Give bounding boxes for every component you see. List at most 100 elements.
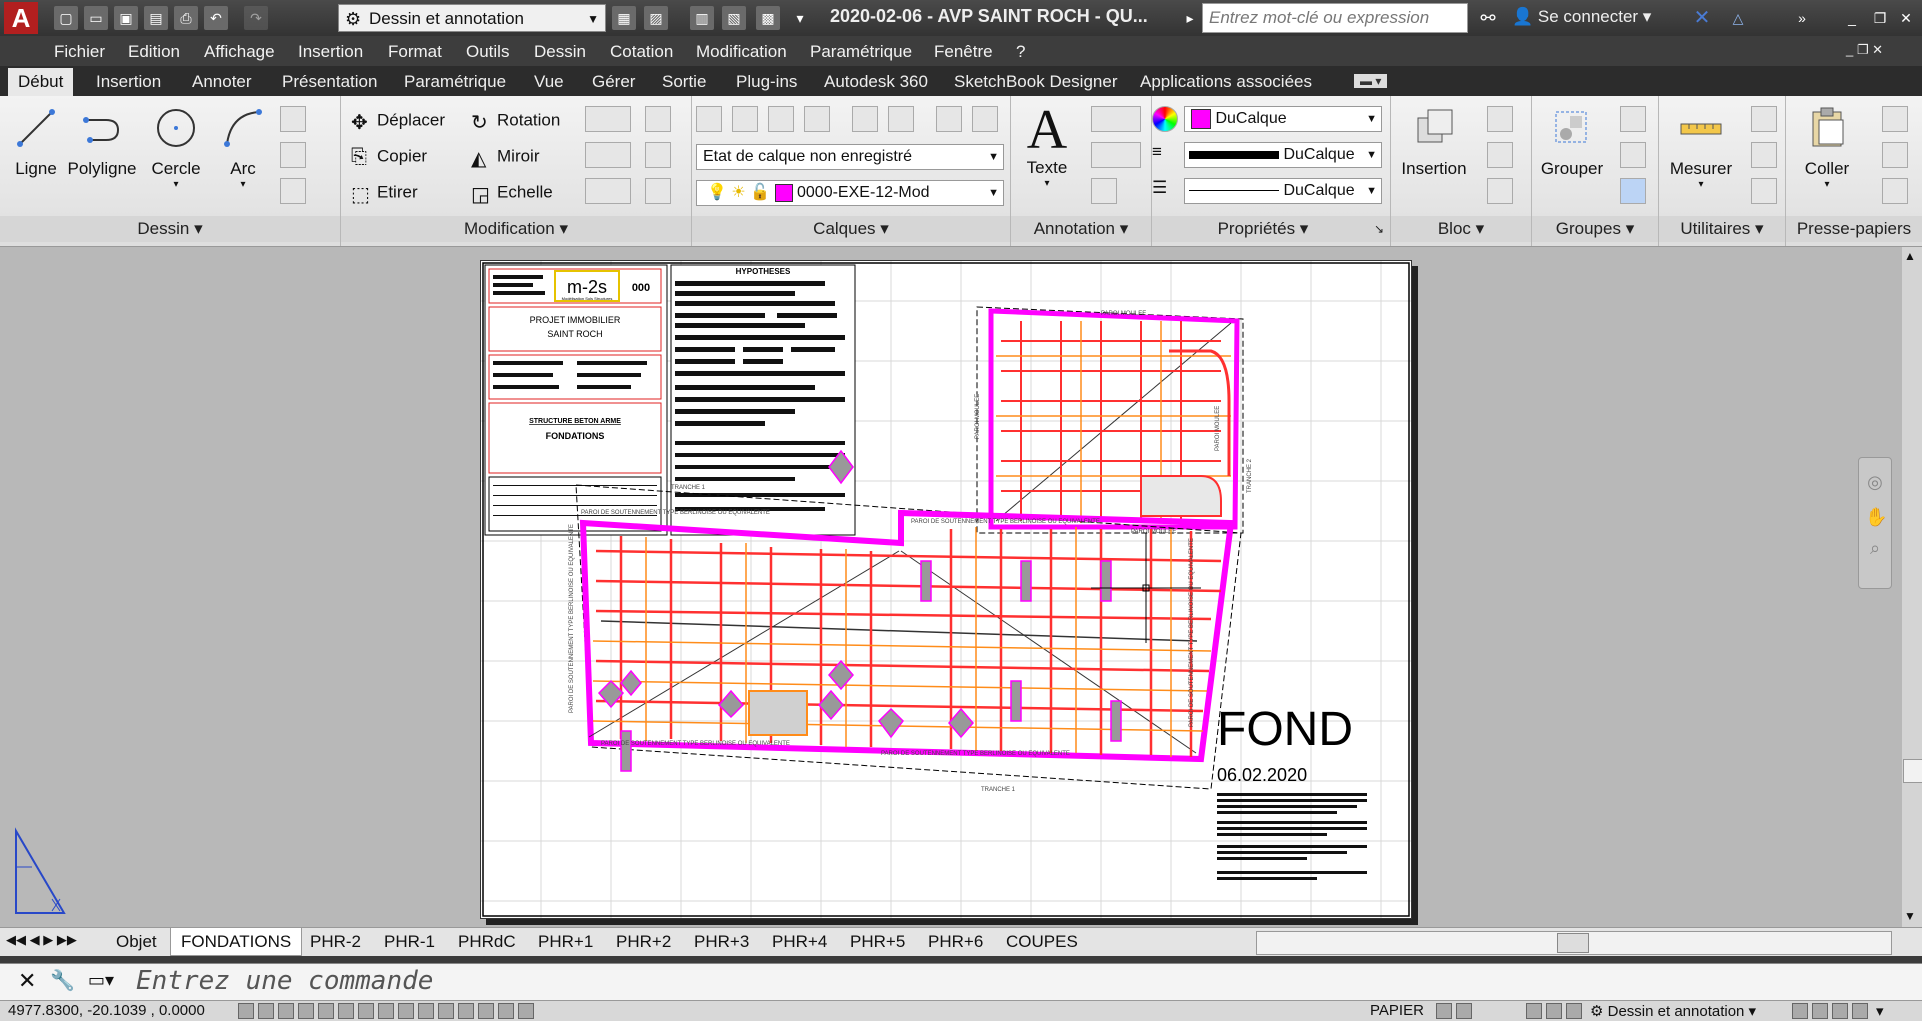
menu-help[interactable]: ? [1016,42,1025,62]
panel-presse-papiers-label[interactable]: Presse-papiers [1786,216,1922,242]
workspace-switch[interactable]: ⚙ Dessin et annotation ▾ [1590,1002,1756,1020]
layout-tab-phr-p4[interactable]: PHR+4 [772,932,827,952]
tab-sketchbook[interactable]: SketchBook Designer [954,72,1117,92]
scale-button[interactable]: ◲ Echelle [471,182,553,206]
snap-icon[interactable] [238,1003,254,1019]
menu-fenetre[interactable]: Fenêtre [934,42,993,62]
a360-icon[interactable]: △ [1726,6,1750,30]
tab-plugins[interactable]: Plug-ins [736,72,797,92]
layout-tab-phr-p5[interactable]: PHR+5 [850,932,905,952]
layer-previous-icon[interactable] [804,106,830,132]
tab-autodesk-360[interactable]: Autodesk 360 [824,72,928,92]
region-icon[interactable] [280,178,306,204]
cut-icon[interactable] [1882,106,1908,132]
menu-cotation[interactable]: Cotation [610,42,673,62]
layer-off-icon[interactable] [972,106,998,132]
horizontal-scrollbar[interactable] [1256,931,1892,955]
panel-modification-label[interactable]: Modification ▾ [341,216,691,242]
select-all-icon[interactable] [1751,142,1777,168]
linetype-select[interactable]: DuCalque ▼ [1184,178,1382,204]
workspace-select[interactable]: ⚙ Dessin et annotation ▼ [338,4,606,32]
layout-tab-coupes[interactable]: COUPES [1006,932,1078,952]
3d-osnap-icon[interactable] [338,1003,354,1019]
move-button[interactable]: ✥ Déplacer [351,110,445,134]
menu-fichier[interactable]: Fichier [54,42,105,62]
save-icon[interactable]: ▣ [114,6,138,30]
h-scroll-thumb[interactable] [1557,933,1589,953]
open-icon[interactable]: ▭ [84,6,108,30]
tab-annoter[interactable]: Annoter [192,72,252,92]
dialog-launcher-icon[interactable]: ↘ [1374,216,1384,242]
sc-icon[interactable] [478,1003,494,1019]
fillet-icon[interactable] [585,142,631,168]
scroll-down-icon[interactable]: ▼ [1904,909,1916,923]
color-select[interactable]: DuCalque ▼ [1184,106,1382,132]
minimize-icon[interactable]: _ [1840,6,1864,30]
ungroup-icon[interactable] [1620,106,1646,132]
wrench-icon[interactable]: 🔧 [50,968,75,993]
layout-tab-objet[interactable]: Objet [116,932,157,952]
current-layer-select[interactable]: 💡 ☀ 🔓 0000-EXE-12-Mod ▼ [696,180,1004,206]
copy-clip-icon[interactable] [1882,142,1908,168]
mirror-button[interactable]: ◭ Miroir [471,146,540,170]
menu-edition[interactable]: Edition [128,42,180,62]
layer-isolate-icon[interactable] [852,106,878,132]
layer-freeze-icon[interactable] [936,106,962,132]
publish-icon[interactable]: ▩ [756,6,780,30]
ribbon-toggle-button[interactable]: ▬ ▾ [1354,74,1388,88]
insert-block-button[interactable]: Insertion [1395,106,1473,179]
menu-outils[interactable]: Outils [466,42,509,62]
layout-icon[interactable] [1436,1003,1452,1019]
menu-format[interactable]: Format [388,42,442,62]
text-button[interactable]: A Texte ▾ [1017,102,1077,189]
command-prompt-icon[interactable]: ▭▾ [88,970,114,991]
menu-insertion[interactable]: Insertion [298,42,363,62]
menu-parametrique[interactable]: Paramétrique [810,42,912,62]
more-icon[interactable]: » [1790,6,1814,30]
tpy-icon[interactable] [438,1003,454,1019]
quick-select-icon[interactable] [1751,106,1777,132]
edit-block-icon[interactable] [1487,142,1513,168]
close-icon[interactable]: ✕ [1894,6,1918,30]
layer-match-icon[interactable] [768,106,794,132]
save-as-icon[interactable]: ▤ [144,6,168,30]
layer-state-select[interactable]: Etat de calque non enregistré ▼ [696,144,1004,170]
tab-vue[interactable]: Vue [534,72,564,92]
exchange-icon[interactable]: ✕ [1690,6,1714,30]
panel-calques-label[interactable]: Calques ▾ [692,216,1010,242]
tab-nav-first-icon[interactable]: ◀◀ ◀ ▶ ▶▶ [6,932,77,948]
layout-tab-phr-p2[interactable]: PHR+2 [616,932,671,952]
line-button[interactable]: Ligne [10,106,62,179]
layout-tab-phrdc[interactable]: PHRdC [458,932,516,952]
quickview-icon[interactable] [1456,1003,1472,1019]
block-attributes-icon[interactable] [1487,178,1513,204]
layout-tab-phr-p1[interactable]: PHR+1 [538,932,593,952]
annotation-visibility-icon[interactable] [1546,1003,1562,1019]
panel-utilitaires-label[interactable]: Utilitaires ▾ [1659,216,1785,242]
pan-icon[interactable]: ✋ [1865,507,1887,528]
lock-ui-icon[interactable] [1792,1003,1808,1019]
offset-icon[interactable] [645,178,671,204]
table-icon[interactable] [1091,178,1117,204]
clean-screen-icon[interactable] [1852,1003,1868,1019]
isolate-objects-icon[interactable] [1812,1003,1828,1019]
scroll-thumb[interactable] [1903,759,1922,783]
rotate-button[interactable]: ↻ Rotation [471,110,560,134]
color-wheel-icon[interactable] [1152,106,1178,132]
panel-dessin-label[interactable]: Dessin ▾ [0,216,340,242]
tab-applications[interactable]: Applications associées [1140,72,1312,92]
redo-icon[interactable]: ↷ [244,6,268,30]
array-icon[interactable] [585,178,631,204]
tab-debut[interactable]: Début [8,68,74,96]
rectangle-icon[interactable] [280,106,306,132]
layout-tab-phr-m1[interactable]: PHR-1 [384,932,435,952]
print-icon[interactable]: ⎙ [174,6,198,30]
lineweight-select[interactable]: DuCalque ▼ [1184,142,1382,168]
match-properties-icon[interactable] [1882,178,1908,204]
layer-unisolate-icon[interactable] [888,106,914,132]
layout-tab-phr-p3[interactable]: PHR+3 [694,932,749,952]
explode-icon[interactable] [645,142,671,168]
search-input[interactable]: Entrez mot-clé ou expression [1202,3,1468,33]
layout-tab-phr-m2[interactable]: PHR-2 [310,932,361,952]
dimension-icon[interactable] [1091,106,1141,132]
